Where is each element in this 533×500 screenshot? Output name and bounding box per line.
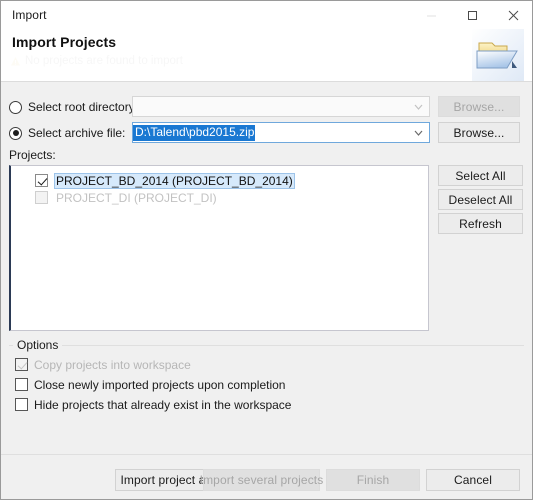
browse-archive-file-button[interactable]: Browse... — [438, 122, 520, 143]
chevron-down-icon[interactable] — [408, 97, 429, 116]
dialog-header: Import Projects No projects are found to… — [1, 29, 532, 82]
project-checkbox[interactable] — [35, 174, 48, 187]
browse-root-directory-button[interactable]: Browse... — [438, 96, 520, 117]
close-projects-label: Close newly imported projects upon compl… — [34, 377, 286, 392]
dialog-body: Select root directory: Browse... Select … — [1, 82, 532, 462]
radio-root-directory[interactable] — [9, 100, 22, 114]
deselect-all-button[interactable]: Deselect All — [438, 189, 523, 210]
project-checkbox — [35, 191, 48, 204]
projects-listbox[interactable]: PROJECT_BD_2014 (PROJECT_BD_2014) PROJEC… — [9, 165, 429, 331]
radio-archive-file[interactable] — [9, 126, 22, 140]
chevron-down-icon[interactable] — [408, 123, 429, 142]
dialog-footer: Import project as Import several project… — [1, 455, 532, 499]
header-message-text: No projects are found to import — [25, 55, 183, 67]
archive-file-value[interactable]: D:\Talend\pbd2015.zip — [133, 124, 256, 141]
page-title: Import Projects — [12, 34, 117, 50]
project-label: PROJECT_DI (PROJECT_DI) — [56, 190, 217, 205]
archive-file-combo[interactable]: D:\Talend\pbd2015.zip — [132, 122, 430, 143]
import-several-projects-button[interactable]: Import several projects — [200, 469, 323, 491]
refresh-button[interactable]: Refresh — [438, 213, 523, 234]
copy-projects-checkbox — [15, 358, 28, 371]
close-icon[interactable] — [493, 1, 532, 29]
select-archive-file-option[interactable]: Select archive file: — [9, 122, 125, 144]
hide-projects-checkbox[interactable] — [15, 398, 28, 411]
root-directory-combo[interactable] — [132, 96, 430, 117]
window-controls — [411, 1, 532, 29]
header-status-message: No projects are found to import — [10, 55, 183, 67]
list-item[interactable]: PROJECT_BD_2014 (PROJECT_BD_2014) — [11, 172, 428, 189]
finish-button[interactable]: Finish — [326, 469, 420, 491]
options-group: Options Copy projects into workspace Clo… — [9, 336, 524, 454]
option-hide-projects[interactable]: Hide projects that already exist in the … — [15, 396, 291, 413]
projects-label: Projects: — [9, 148, 56, 162]
maximize-icon[interactable] — [452, 1, 493, 29]
import-folder-icon — [472, 29, 524, 81]
select-all-button[interactable]: Select All — [438, 165, 523, 186]
warning-icon — [10, 56, 21, 67]
option-copy-projects: Copy projects into workspace — [15, 356, 191, 373]
option-close-projects[interactable]: Close newly imported projects upon compl… — [15, 376, 285, 393]
copy-projects-label: Copy projects into workspace — [34, 357, 191, 372]
select-root-directory-option[interactable]: Select root directory: — [9, 96, 138, 118]
cancel-button[interactable]: Cancel — [426, 469, 520, 491]
window-title: Import — [12, 8, 47, 22]
options-group-title: Options — [13, 338, 63, 352]
project-label: PROJECT_BD_2014 (PROJECT_BD_2014) — [54, 172, 295, 189]
group-divider — [9, 345, 524, 346]
close-projects-checkbox[interactable] — [15, 378, 28, 391]
import-projects-dialog: Import Import Projects No projects are f… — [0, 0, 533, 500]
hide-projects-label: Hide projects that already exist in the … — [34, 397, 292, 412]
root-directory-label: Select root directory: — [28, 100, 139, 114]
list-item: PROJECT_DI (PROJECT_DI) — [11, 189, 428, 206]
minimize-icon[interactable] — [411, 1, 452, 29]
title-bar: Import — [1, 1, 532, 29]
archive-file-label: Select archive file: — [28, 126, 126, 140]
